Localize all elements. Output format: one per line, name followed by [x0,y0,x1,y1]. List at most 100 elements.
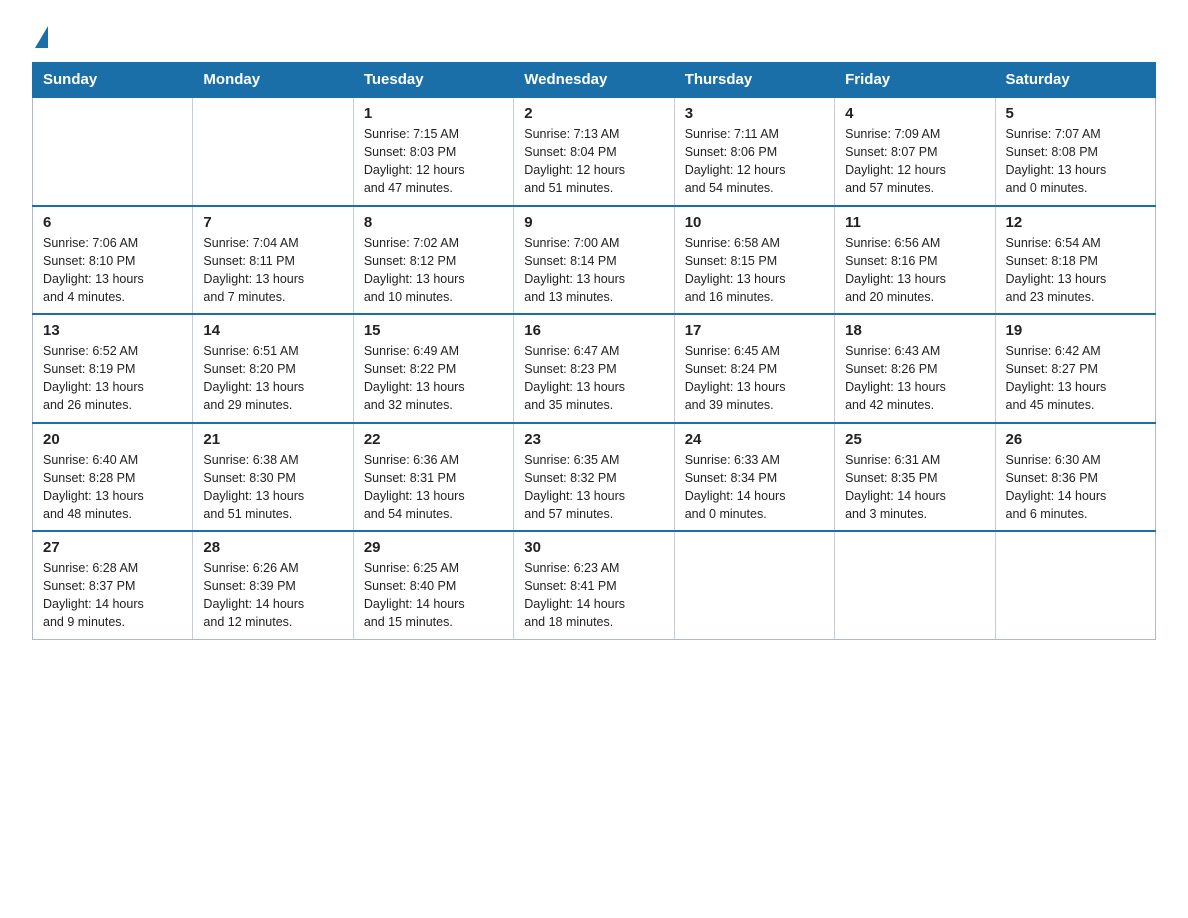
day-info: Sunrise: 6:54 AM Sunset: 8:18 PM Dayligh… [1006,234,1145,307]
calendar-cell [835,531,995,639]
weekday-header-row: SundayMondayTuesdayWednesdayThursdayFrid… [33,63,1156,98]
weekday-header-thursday: Thursday [674,63,834,98]
day-number: 3 [685,105,824,122]
day-info: Sunrise: 7:04 AM Sunset: 8:11 PM Dayligh… [203,234,342,307]
week-row-3: 13 Sunrise: 6:52 AM Sunset: 8:19 PM Dayli… [33,314,1156,423]
day-number: 12 [1006,214,1145,231]
calendar-cell: 29 Sunrise: 6:25 AM Sunset: 8:40 PM Dayli… [353,531,513,639]
calendar-cell [674,531,834,639]
day-number: 5 [1006,105,1145,122]
day-info: Sunrise: 6:58 AM Sunset: 8:15 PM Dayligh… [685,234,824,307]
day-number: 6 [43,214,182,231]
day-number: 10 [685,214,824,231]
day-number: 14 [203,322,342,339]
day-number: 15 [364,322,503,339]
calendar-cell: 16 Sunrise: 6:47 AM Sunset: 8:23 PM Dayli… [514,314,674,423]
calendar-cell: 8 Sunrise: 7:02 AM Sunset: 8:12 PM Daylig… [353,206,513,315]
calendar-cell: 17 Sunrise: 6:45 AM Sunset: 8:24 PM Dayli… [674,314,834,423]
day-info: Sunrise: 6:28 AM Sunset: 8:37 PM Dayligh… [43,559,182,632]
week-row-2: 6Sunrise: 7:06 AM Sunset: 8:10 PM Daylig… [33,206,1156,315]
day-info: Sunrise: 6:30 AM Sunset: 8:36 PM Dayligh… [1006,451,1145,524]
day-info: Sunrise: 6:45 AM Sunset: 8:24 PM Dayligh… [685,342,824,415]
page-header [32,24,1156,44]
calendar-cell: 11Sunrise: 6:56 AM Sunset: 8:16 PM Dayli… [835,206,995,315]
calendar-cell: 1 Sunrise: 7:15 AM Sunset: 8:03 PM Daylig… [353,97,513,206]
day-info: Sunrise: 6:47 AM Sunset: 8:23 PM Dayligh… [524,342,663,415]
calendar-cell: 13 Sunrise: 6:52 AM Sunset: 8:19 PM Dayli… [33,314,193,423]
day-info: Sunrise: 6:23 AM Sunset: 8:41 PM Dayligh… [524,559,663,632]
day-info: Sunrise: 6:51 AM Sunset: 8:20 PM Dayligh… [203,342,342,415]
calendar-cell: 23 Sunrise: 6:35 AM Sunset: 8:32 PM Dayli… [514,423,674,532]
weekday-header-wednesday: Wednesday [514,63,674,98]
week-row-5: 27 Sunrise: 6:28 AM Sunset: 8:37 PM Dayli… [33,531,1156,639]
day-number: 30 [524,539,663,556]
calendar-cell [995,531,1155,639]
day-info: Sunrise: 7:09 AM Sunset: 8:07 PM Dayligh… [845,125,984,198]
day-number: 9 [524,214,663,231]
calendar-cell: 6Sunrise: 7:06 AM Sunset: 8:10 PM Daylig… [33,206,193,315]
day-number: 27 [43,539,182,556]
calendar-cell: 9 Sunrise: 7:00 AM Sunset: 8:14 PM Daylig… [514,206,674,315]
day-info: Sunrise: 6:40 AM Sunset: 8:28 PM Dayligh… [43,451,182,524]
day-info: Sunrise: 6:36 AM Sunset: 8:31 PM Dayligh… [364,451,503,524]
day-number: 23 [524,431,663,448]
day-info: Sunrise: 7:13 AM Sunset: 8:04 PM Dayligh… [524,125,663,198]
day-info: Sunrise: 6:25 AM Sunset: 8:40 PM Dayligh… [364,559,503,632]
day-number: 25 [845,431,984,448]
day-number: 16 [524,322,663,339]
day-number: 8 [364,214,503,231]
calendar-cell: 21 Sunrise: 6:38 AM Sunset: 8:30 PM Dayli… [193,423,353,532]
calendar-cell [33,97,193,206]
day-info: Sunrise: 6:26 AM Sunset: 8:39 PM Dayligh… [203,559,342,632]
calendar-cell [193,97,353,206]
day-number: 13 [43,322,182,339]
weekday-header-friday: Friday [835,63,995,98]
calendar-cell: 4Sunrise: 7:09 AM Sunset: 8:07 PM Daylig… [835,97,995,206]
week-row-1: 1 Sunrise: 7:15 AM Sunset: 8:03 PM Daylig… [33,97,1156,206]
day-info: Sunrise: 6:52 AM Sunset: 8:19 PM Dayligh… [43,342,182,415]
calendar-cell: 22 Sunrise: 6:36 AM Sunset: 8:31 PM Dayli… [353,423,513,532]
calendar-cell: 2 Sunrise: 7:13 AM Sunset: 8:04 PM Daylig… [514,97,674,206]
calendar-cell: 18Sunrise: 6:43 AM Sunset: 8:26 PM Dayli… [835,314,995,423]
calendar-cell: 14 Sunrise: 6:51 AM Sunset: 8:20 PM Dayli… [193,314,353,423]
calendar-cell: 25 Sunrise: 6:31 AM Sunset: 8:35 PM Dayli… [835,423,995,532]
day-info: Sunrise: 6:49 AM Sunset: 8:22 PM Dayligh… [364,342,503,415]
day-number: 7 [203,214,342,231]
calendar-cell: 20 Sunrise: 6:40 AM Sunset: 8:28 PM Dayli… [33,423,193,532]
day-number: 17 [685,322,824,339]
day-number: 28 [203,539,342,556]
day-number: 2 [524,105,663,122]
day-info: Sunrise: 6:38 AM Sunset: 8:30 PM Dayligh… [203,451,342,524]
day-info: Sunrise: 7:15 AM Sunset: 8:03 PM Dayligh… [364,125,503,198]
day-number: 21 [203,431,342,448]
calendar-cell: 24Sunrise: 6:33 AM Sunset: 8:34 PM Dayli… [674,423,834,532]
weekday-header-saturday: Saturday [995,63,1155,98]
day-info: Sunrise: 6:42 AM Sunset: 8:27 PM Dayligh… [1006,342,1145,415]
weekday-header-monday: Monday [193,63,353,98]
day-number: 20 [43,431,182,448]
day-number: 19 [1006,322,1145,339]
calendar-cell: 5Sunrise: 7:07 AM Sunset: 8:08 PM Daylig… [995,97,1155,206]
day-number: 22 [364,431,503,448]
calendar-cell: 10 Sunrise: 6:58 AM Sunset: 8:15 PM Dayli… [674,206,834,315]
calendar-cell: 30 Sunrise: 6:23 AM Sunset: 8:41 PM Dayli… [514,531,674,639]
day-info: Sunrise: 6:35 AM Sunset: 8:32 PM Dayligh… [524,451,663,524]
weekday-header-sunday: Sunday [33,63,193,98]
calendar-cell: 28 Sunrise: 6:26 AM Sunset: 8:39 PM Dayli… [193,531,353,639]
day-info: Sunrise: 7:00 AM Sunset: 8:14 PM Dayligh… [524,234,663,307]
day-info: Sunrise: 7:02 AM Sunset: 8:12 PM Dayligh… [364,234,503,307]
week-row-4: 20 Sunrise: 6:40 AM Sunset: 8:28 PM Dayli… [33,423,1156,532]
day-info: Sunrise: 6:31 AM Sunset: 8:35 PM Dayligh… [845,451,984,524]
day-info: Sunrise: 6:56 AM Sunset: 8:16 PM Dayligh… [845,234,984,307]
weekday-header-tuesday: Tuesday [353,63,513,98]
calendar-cell: 27 Sunrise: 6:28 AM Sunset: 8:37 PM Dayli… [33,531,193,639]
logo [32,24,48,44]
calendar-cell: 15 Sunrise: 6:49 AM Sunset: 8:22 PM Dayli… [353,314,513,423]
day-info: Sunrise: 7:11 AM Sunset: 8:06 PM Dayligh… [685,125,824,198]
day-number: 26 [1006,431,1145,448]
calendar-table: SundayMondayTuesdayWednesdayThursdayFrid… [32,62,1156,640]
logo-triangle-icon [35,26,48,48]
calendar-cell: 12 Sunrise: 6:54 AM Sunset: 8:18 PM Dayli… [995,206,1155,315]
day-number: 1 [364,105,503,122]
day-number: 29 [364,539,503,556]
